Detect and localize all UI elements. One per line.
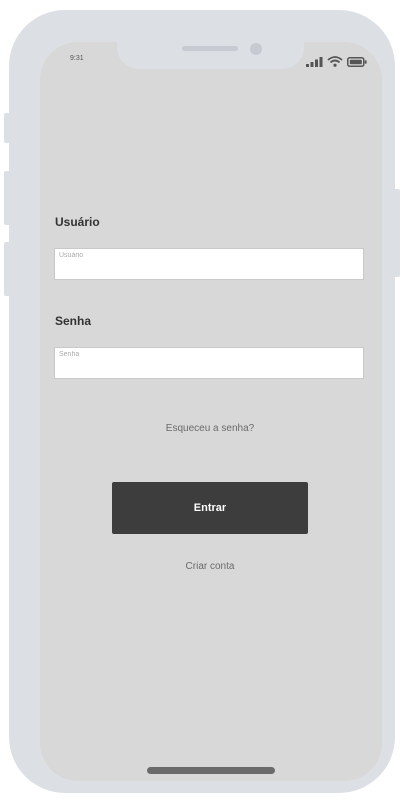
speaker-grille (182, 46, 238, 51)
username-label: Usuário (55, 215, 100, 229)
username-field[interactable] (54, 248, 364, 280)
front-camera-icon (250, 43, 262, 55)
screen: 9:31 Usuário Senha (40, 42, 382, 781)
forgot-password-link[interactable]: Esqueceu a senha? (40, 423, 380, 434)
status-time: 9:31 (70, 55, 84, 62)
wifi-icon (327, 56, 343, 67)
phone-frame: 9:31 Usuário Senha (9, 10, 395, 793)
home-indicator[interactable] (147, 767, 275, 774)
password-field[interactable] (54, 347, 364, 379)
login-button[interactable]: Entrar (112, 482, 308, 534)
notch (117, 42, 304, 69)
password-label: Senha (55, 314, 92, 328)
username-input[interactable] (59, 252, 359, 259)
create-account-link[interactable]: Criar conta (40, 561, 380, 572)
cellular-signal-icon (306, 57, 323, 67)
battery-icon (347, 57, 367, 67)
password-input[interactable] (59, 351, 359, 358)
status-icons (306, 56, 367, 67)
